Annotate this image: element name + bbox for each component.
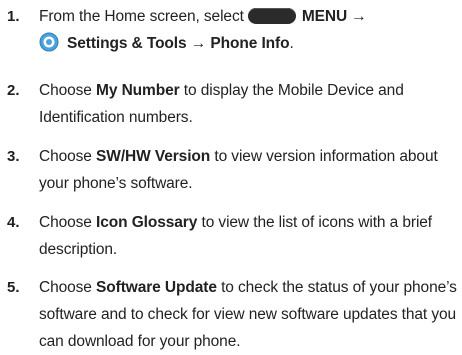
- step-number: 1.: [7, 8, 20, 25]
- settings-gear-icon: [39, 32, 59, 52]
- step-5-pre: Choose: [39, 279, 92, 296]
- step-text: Choose SW/HW Version to view version inf…: [39, 143, 460, 197]
- step-2-pre: Choose: [39, 82, 92, 99]
- sw-hw-version-label: SW/HW Version: [96, 148, 211, 165]
- step-2-post: to display the Mobile Device and Identif…: [39, 82, 404, 126]
- icon-glossary-label: Icon Glossary: [96, 214, 198, 231]
- my-number-label: My Number: [96, 82, 180, 99]
- step-text: Choose My Number to display the Mobile D…: [39, 77, 460, 131]
- menu-key-icon: [247, 8, 296, 24]
- step-4-pre: Choose: [39, 214, 92, 231]
- arrow-2: →: [190, 35, 207, 52]
- step-text: From the Home screen, select MENU → Setti…: [39, 3, 460, 57]
- step-number: 3.: [7, 148, 20, 165]
- phone-info-label: Phone Info: [210, 35, 290, 52]
- step-text: Choose Software Update to check the stat…: [39, 274, 460, 355]
- step-number: 4.: [7, 214, 20, 231]
- step-1-intro: From the Home screen, select: [39, 8, 244, 25]
- settings-tools-label: Settings & Tools: [67, 35, 187, 52]
- instruction-list: 1. From the Home screen, select MENU → Se…: [0, 0, 462, 352]
- arrow-1: →: [351, 8, 367, 25]
- step-3-pre: Choose: [39, 148, 92, 165]
- step-number: 2.: [7, 82, 20, 99]
- step-1-period: .: [289, 35, 294, 52]
- menu-label: MENU: [301, 8, 348, 25]
- software-update-label: Software Update: [96, 279, 217, 296]
- step-text: Choose Icon Glossary to view the list of…: [39, 209, 460, 263]
- step-number: 5.: [7, 279, 20, 296]
